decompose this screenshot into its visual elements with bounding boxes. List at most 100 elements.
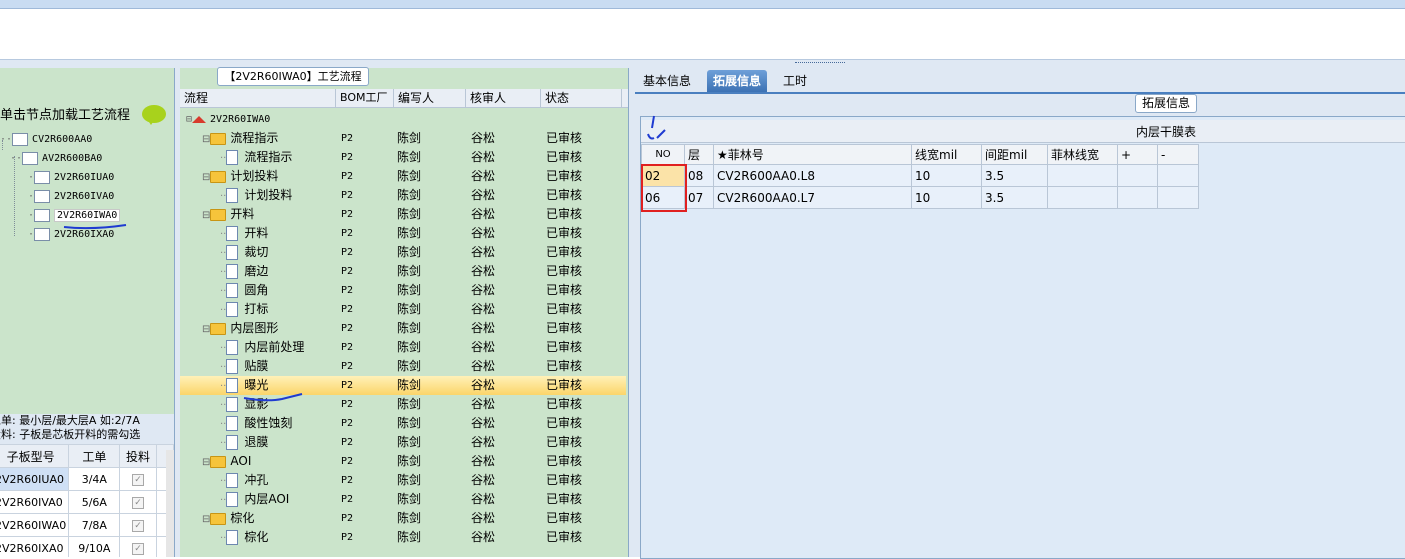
process-status: 已审核 [546, 340, 583, 354]
tab-basic-info[interactable]: 基本信息 [637, 70, 697, 92]
feed-checkbox[interactable]: ✓ [132, 520, 144, 532]
col-header-film-no[interactable]: ★菲林号 [713, 144, 912, 165]
process-row[interactable]: ·· 开料 P2 陈剑 谷松 已审核 [180, 224, 626, 243]
process-name: 磨边 [244, 264, 269, 278]
col-header-layer[interactable]: 层 [684, 144, 714, 165]
node-icon [34, 170, 51, 184]
cell-order[interactable]: 9/10A [68, 536, 121, 557]
process-status: 已审核 [546, 511, 583, 525]
expand-toggle-icon[interactable]: ⊟ [202, 172, 210, 183]
process-row[interactable]: ·· 打标 P2 陈剑 谷松 已审核 [180, 300, 626, 319]
col-header-line-width[interactable]: 线宽mil [911, 144, 982, 165]
table-row[interactable]: 2V2R60IUA0 3/4A ✓ [0, 467, 174, 491]
process-row[interactable]: ·· 内层AOI P2 陈剑 谷松 已审核 [180, 490, 626, 509]
table-row[interactable]: 2V2R60IWA0 7/8A ✓ [0, 513, 174, 537]
add-column-button[interactable]: + [1117, 144, 1158, 165]
feed-checkbox[interactable]: ✓ [132, 543, 144, 555]
cell-film-width[interactable] [1047, 186, 1118, 209]
tab-work-hours[interactable]: 工时 [777, 70, 813, 92]
process-row[interactable]: ·· 磨边 P2 陈剑 谷松 已审核 [180, 262, 626, 281]
process-bom: P2 [341, 456, 354, 467]
node-icon [34, 208, 51, 222]
col-header-no[interactable]: NO [641, 144, 685, 165]
tree-node[interactable]: · 2V2R60IUA0 [28, 170, 114, 186]
process-reviewer: 谷松 [471, 264, 496, 278]
col-header-flow[interactable]: 流程 [180, 89, 336, 107]
process-row[interactable]: ·· 圆角 P2 陈剑 谷松 已审核 [180, 281, 626, 300]
process-row[interactable]: ⊟ 流程指示 P2 陈剑 谷松 已审核 [180, 129, 626, 148]
splitter-grip-icon[interactable] [795, 62, 845, 66]
process-row[interactable]: ⊟ 棕化 P2 陈剑 谷松 已审核 [180, 509, 626, 528]
process-row[interactable]: ·· 酸性蚀刻 P2 陈剑 谷松 已审核 [180, 414, 626, 433]
feed-checkbox[interactable]: ✓ [132, 497, 144, 509]
process-row[interactable]: ·· 计划投料 P2 陈剑 谷松 已审核 [180, 186, 626, 205]
tab-extended-info[interactable]: 拓展信息 [707, 70, 768, 92]
process-row[interactable]: ⊟ 计划投料 P2 陈剑 谷松 已审核 [180, 167, 626, 186]
col-header-status[interactable]: 状态 [541, 89, 622, 107]
expand-toggle-icon[interactable]: ⊟ [202, 457, 210, 468]
cell-film-no[interactable]: CV2R600AA0.L7 [713, 186, 912, 209]
tree-root-row[interactable]: ⊟ 2V2R60IWA0 [180, 110, 626, 129]
process-row[interactable]: ⊟ 内层图形 P2 陈剑 谷松 已审核 [180, 319, 626, 338]
cell-model[interactable]: 2V2R60IUA0 [0, 467, 70, 491]
process-status: 已审核 [546, 397, 583, 411]
remove-column-button[interactable]: - [1157, 144, 1199, 165]
cell-order[interactable]: 7/8A [68, 513, 121, 537]
col-header-feed[interactable]: 投料 [119, 444, 157, 468]
expand-toggle-icon[interactable]: ⊟ [202, 324, 210, 335]
process-row[interactable]: ·· 冲孔 P2 陈剑 谷松 已审核 [180, 471, 626, 490]
process-row[interactable]: ·· 内层前处理 P2 陈剑 谷松 已审核 [180, 338, 626, 357]
process-row[interactable]: ·· 棕化 P2 陈剑 谷松 已审核 [180, 528, 626, 547]
cell-film-no[interactable]: CV2R600AA0.L8 [713, 164, 912, 187]
col-header-model[interactable]: 子板型号 [0, 444, 70, 468]
cell-model[interactable]: 2V2R60IWA0 [0, 513, 70, 537]
expand-toggle-icon[interactable]: ⊟ [202, 514, 210, 525]
process-reviewer: 谷松 [471, 435, 496, 449]
process-row[interactable]: ·· 贴膜 P2 陈剑 谷松 已审核 [180, 357, 626, 376]
process-flow-title: 【2V2R60IWA0】工艺流程 [217, 67, 369, 86]
process-row[interactable]: ·· 裁切 P2 陈剑 谷松 已审核 [180, 243, 626, 262]
cell-line-width[interactable]: 10 [911, 186, 982, 209]
col-header-spacing[interactable]: 间距mil [981, 144, 1048, 165]
document-icon [226, 435, 239, 450]
process-name: 冲孔 [244, 473, 269, 487]
col-header-reviewer[interactable]: 核审人 [466, 89, 541, 107]
node-icon [12, 132, 29, 146]
process-status: 已审核 [546, 435, 583, 449]
feed-checkbox[interactable]: ✓ [132, 474, 144, 486]
left-grid-scrollbar[interactable] [166, 450, 174, 557]
tree-node-label: 2V2R60IUA0 [54, 172, 115, 183]
cell-spacing[interactable]: 3.5 [981, 186, 1048, 209]
process-row[interactable]: ⊟ 开料 P2 陈剑 谷松 已审核 [180, 205, 626, 224]
process-row[interactable]: ·· 退膜 P2 陈剑 谷松 已审核 [180, 433, 626, 452]
document-icon [226, 359, 239, 374]
process-row[interactable]: ·· 流程指示 P2 陈剑 谷松 已审核 [180, 148, 626, 167]
expand-toggle-icon[interactable]: ⊟ [202, 210, 210, 221]
cell-spacing[interactable]: 3.5 [981, 164, 1048, 187]
col-header-film-width[interactable]: 菲林线宽 [1047, 144, 1118, 165]
cell-layer[interactable]: 08 [684, 164, 714, 187]
table-row[interactable]: 06 07 CV2R600AA0.L7 10 3.5 [641, 186, 1199, 209]
table-row[interactable]: 2V2R60IVA0 5/6A ✓ [0, 490, 174, 514]
process-row[interactable]: ⊟ AOI P2 陈剑 谷松 已审核 [180, 452, 626, 471]
expand-toggle-icon[interactable]: ⊟ [202, 134, 210, 145]
note-line-1: 工单: 最小层/最大层A 如:2/7A [0, 414, 140, 427]
cell-order[interactable]: 3/4A [68, 467, 121, 491]
cell-film-width[interactable] [1047, 164, 1118, 187]
col-header-order[interactable]: 工单 [68, 444, 121, 468]
cell-line-width[interactable]: 10 [911, 164, 982, 187]
tree-node[interactable]: · 2V2R60IVA0 [28, 189, 114, 205]
tree-node[interactable]: ·· CV2R600AA0 [0, 132, 92, 148]
table-row[interactable]: 2V2R60IXA0 9/10A ✓ [0, 536, 174, 557]
process-bom: P2 [341, 399, 354, 410]
table-row[interactable]: 02 08 CV2R600AA0.L8 10 3.5 [641, 164, 1199, 187]
cell-model[interactable]: 2V2R60IVA0 [0, 490, 70, 514]
cell-model[interactable]: 2V2R60IXA0 [0, 536, 70, 557]
tree-node[interactable]: · 2V2R60IXA0 [28, 227, 114, 243]
col-header-bom[interactable]: BOM工厂 [336, 89, 394, 107]
note-line-2: 投料: 子板是芯板开料的需勾选 [0, 428, 141, 441]
cell-layer[interactable]: 07 [684, 186, 714, 209]
tree-node[interactable]: ·· AV2R600BA0 [10, 151, 102, 167]
col-header-author[interactable]: 编写人 [394, 89, 466, 107]
cell-order[interactable]: 5/6A [68, 490, 121, 514]
